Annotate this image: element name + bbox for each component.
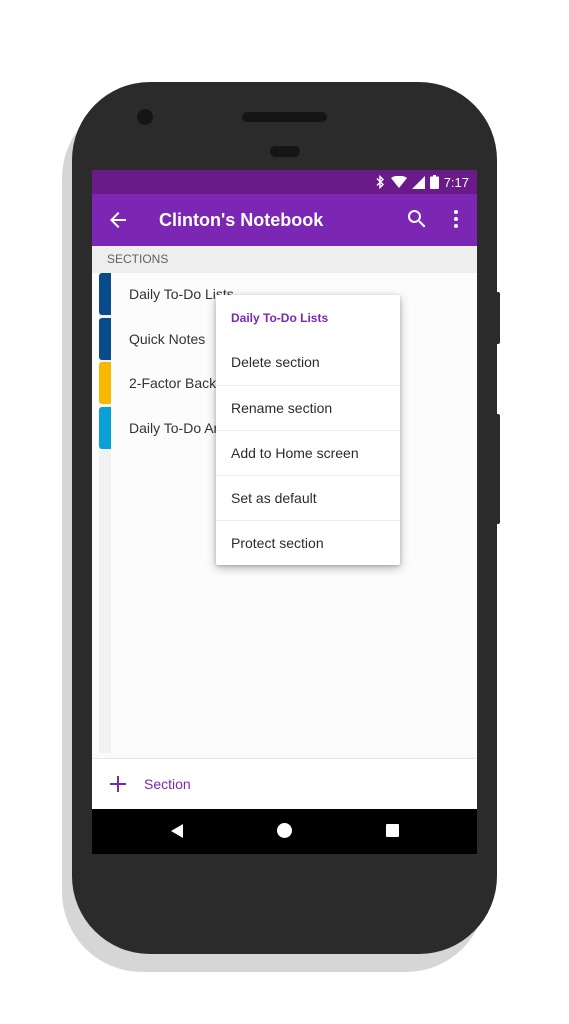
wifi-icon (390, 175, 407, 189)
menu-item-delete-section[interactable]: Delete section (216, 340, 400, 385)
more-vert-icon[interactable] (444, 207, 468, 231)
menu-title: Daily To-Do Lists (231, 311, 329, 325)
status-time: 7:17 (443, 174, 469, 190)
earpiece-speaker (242, 112, 327, 122)
menu-item-add-to-home-screen[interactable]: Add to Home screen (216, 430, 400, 475)
section-color-tab (99, 273, 111, 315)
android-nav-bar (92, 809, 477, 854)
nav-back-icon[interactable] (170, 824, 184, 838)
section-color-tab (99, 318, 111, 360)
menu-item-protect-section[interactable]: Protect section (216, 520, 400, 565)
menu-item-rename-section[interactable]: Rename section (216, 385, 400, 430)
bluetooth-icon (374, 175, 386, 189)
signal-icon (411, 175, 425, 189)
sections-header: SECTIONS (92, 246, 477, 273)
back-arrow-icon[interactable] (106, 208, 130, 232)
notebook-title: Clinton's Notebook (159, 210, 324, 230)
power-button (495, 292, 500, 344)
nav-recents-icon[interactable] (386, 824, 399, 837)
battery-icon (429, 175, 439, 189)
app-bar: Clinton's Notebook (92, 194, 477, 246)
add-section-bar[interactable]: Section (92, 758, 477, 809)
nav-home-icon[interactable] (277, 823, 292, 838)
proximity-sensor (270, 146, 300, 157)
section-color-tab (99, 362, 111, 404)
status-bar: 7:17 (92, 170, 477, 194)
add-section-label: Section (144, 776, 191, 792)
section-context-menu: Daily To-Do Lists Delete section Rename … (216, 295, 400, 565)
front-camera (137, 109, 153, 125)
section-label: Quick Notes (129, 331, 206, 347)
phone-screen: 7:17 Clinton's Notebook SECTIONS Daily T… (92, 170, 477, 854)
search-icon[interactable] (405, 207, 429, 231)
volume-button (495, 414, 500, 524)
menu-item-set-as-default[interactable]: Set as default (216, 475, 400, 520)
plus-icon (109, 775, 127, 793)
section-color-tab (99, 407, 111, 449)
